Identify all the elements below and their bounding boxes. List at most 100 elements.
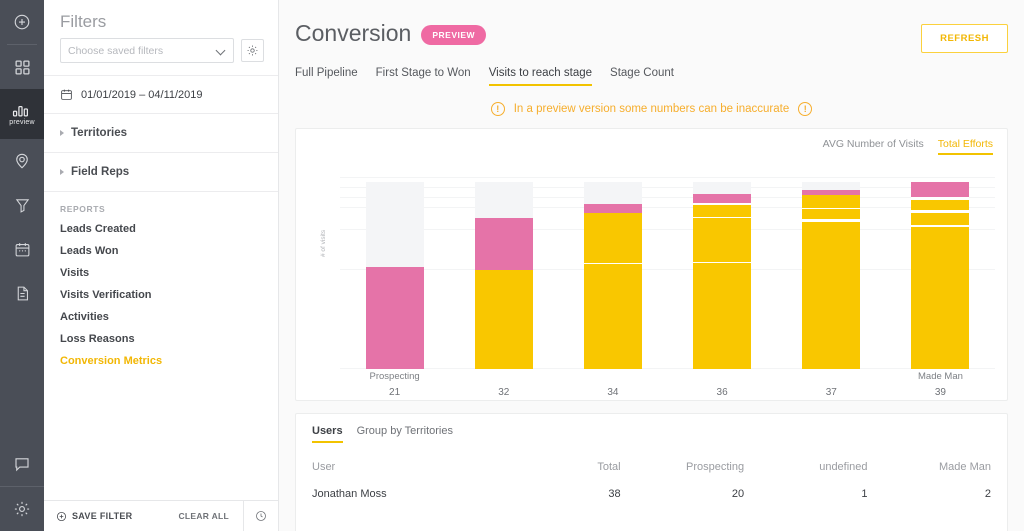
funnel-icon[interactable]: [0, 183, 44, 227]
app-root: preview Filters Choose saved filters 01/…: [0, 0, 1024, 531]
bar-segment-pink: [693, 193, 752, 203]
bar-segment-yellow: [911, 212, 970, 225]
x-label-stage-name: [558, 371, 667, 385]
cell-made-man: 2: [984, 488, 991, 500]
column-header-undefined[interactable]: undefined: [744, 453, 867, 481]
tab-group-by-territories[interactable]: Group by Territories: [357, 425, 453, 443]
stacked-bar[interactable]: [474, 181, 533, 369]
x-label-value: 21: [389, 387, 401, 398]
x-label-value: 39: [934, 387, 946, 398]
stacked-bar[interactable]: [365, 181, 424, 369]
sidebar-item-activities[interactable]: Activities: [44, 306, 278, 328]
bar-segment-yellow: [474, 269, 533, 369]
filter-group-field-reps[interactable]: Field Reps: [44, 153, 278, 191]
x-label-column: Prospecting 21: [340, 371, 449, 398]
tab-visits-to-reach-stage[interactable]: Visits to reach stage: [488, 67, 593, 86]
chart-plot-area: # of visits Prospecting 21 32 34 36 37 Made Ma…: [296, 169, 1007, 398]
x-label-stage-name: Prospecting: [369, 371, 420, 382]
table-head: User Total Prospecting undefined Made Ma…: [312, 453, 991, 481]
filter-group-territories[interactable]: Territories: [44, 114, 278, 152]
table-header-row: User Total Prospecting undefined Made Ma…: [312, 453, 991, 481]
column-header-total[interactable]: Total: [497, 453, 620, 481]
saved-filters-placeholder: Choose saved filters: [68, 44, 164, 57]
cell-total: 38: [608, 488, 621, 500]
x-label-column: 36: [668, 371, 777, 398]
legend-avg-number-of-visits[interactable]: AVG Number of Visits: [823, 138, 924, 155]
save-filter-button[interactable]: SAVE FILTER: [44, 511, 132, 522]
sidebar-item-analytics-preview[interactable]: preview: [0, 89, 44, 139]
document-icon[interactable]: [0, 271, 44, 315]
stacked-bar[interactable]: [583, 181, 642, 369]
bar-column: [777, 181, 886, 369]
sidebar-item-visits-verification[interactable]: Visits Verification: [44, 284, 278, 306]
users-table: User Total Prospecting undefined Made Ma…: [312, 453, 991, 507]
bar-segment-empty: [693, 181, 752, 194]
x-label-stage-name: [668, 371, 777, 385]
chart-bars: [340, 169, 995, 369]
history-clock-icon[interactable]: [243, 500, 278, 531]
stacked-bar[interactable]: [911, 181, 970, 369]
column-header-made-man[interactable]: Made Man: [868, 453, 991, 481]
bar-column: [340, 181, 449, 369]
sidebar-item-visits[interactable]: Visits: [44, 262, 278, 284]
bar-column: [449, 181, 558, 369]
x-label-stage-name: Made Man: [918, 371, 963, 382]
exclamation-circle-icon: !: [490, 102, 505, 116]
bar-segment-yellow: [693, 218, 752, 262]
bar-segment-empty: [365, 181, 424, 268]
location-icon[interactable]: [0, 139, 44, 183]
stacked-bar[interactable]: [693, 181, 752, 369]
column-header-user[interactable]: User: [312, 453, 497, 481]
bar-segment-pink: [583, 203, 642, 213]
tab-users[interactable]: Users: [312, 425, 343, 443]
chart-legend: AVG Number of Visits Total Efforts: [823, 138, 993, 155]
status-badge: PREVIEW: [421, 25, 487, 45]
icon-rail: preview: [0, 0, 44, 531]
x-label-column: 32: [449, 371, 558, 398]
table-row[interactable]: Jonathan Moss 38 20 1 2: [312, 481, 991, 507]
legend-total-efforts[interactable]: Total Efforts: [937, 138, 993, 155]
column-header-prospecting[interactable]: Prospecting: [621, 453, 744, 481]
x-label-stage-name: [777, 371, 886, 385]
date-range-filter[interactable]: 01/01/2019 – 04/11/2019: [44, 76, 278, 113]
sidebar-item-leads-won[interactable]: Leads Won: [44, 240, 278, 262]
bar-segment-yellow: [693, 205, 752, 217]
page-header: Conversion PREVIEW REFRESH: [295, 0, 1008, 53]
clear-all-button[interactable]: CLEAR ALL: [178, 511, 243, 521]
settings-icon[interactable]: [0, 487, 44, 531]
filters-spacer: [44, 372, 278, 500]
plus-circle-icon: [56, 511, 67, 521]
date-range-value: 01/01/2019 – 04/11/2019: [81, 88, 203, 101]
bar-segment-yellow: [693, 263, 752, 369]
bar-segment-yellow: [802, 209, 861, 220]
tab-stage-count[interactable]: Stage Count: [610, 67, 674, 86]
sidebar-item-conversion-metrics[interactable]: Conversion Metrics: [44, 350, 278, 372]
chart-card: AVG Number of Visits Total Efforts # of …: [295, 128, 1008, 401]
sidebar-item-loss-reasons[interactable]: Loss Reasons: [44, 328, 278, 350]
page-title: Conversion: [295, 20, 412, 46]
filter-settings-gear-icon[interactable]: [241, 39, 264, 62]
tab-full-pipeline[interactable]: Full Pipeline: [295, 67, 358, 86]
calendar-icon[interactable]: [0, 227, 44, 271]
main-content: Conversion PREVIEW REFRESH Full Pipeline…: [279, 0, 1024, 531]
refresh-button[interactable]: REFRESH: [921, 24, 1008, 53]
filters-panel: Filters Choose saved filters 01/01/2019 …: [44, 0, 279, 531]
preview-notice-text: In a preview version some numbers can be…: [513, 103, 790, 115]
tab-first-stage-to-won[interactable]: First Stage to Won: [376, 67, 471, 86]
filter-group-label: Territories: [71, 127, 128, 139]
add-icon[interactable]: [0, 0, 44, 44]
filter-group-label: Field Reps: [71, 166, 130, 178]
stacked-bar[interactable]: [802, 181, 861, 369]
table-body: Jonathan Moss 38 20 1 2: [312, 481, 991, 507]
cell-undefined: 1: [861, 488, 868, 500]
save-filter-label: SAVE FILTER: [72, 511, 133, 521]
sidebar-item-leads-created[interactable]: Leads Created: [44, 218, 278, 240]
title-wrap: Conversion PREVIEW: [295, 20, 487, 47]
dashboard-icon[interactable]: [0, 45, 44, 89]
chevron-down-icon: [217, 46, 226, 55]
x-label-value: 32: [498, 387, 510, 398]
reports-section-header: REPORTS: [60, 204, 106, 214]
chat-icon[interactable]: [0, 442, 44, 486]
bar-column: [886, 181, 995, 369]
saved-filters-select[interactable]: Choose saved filters: [60, 38, 234, 63]
